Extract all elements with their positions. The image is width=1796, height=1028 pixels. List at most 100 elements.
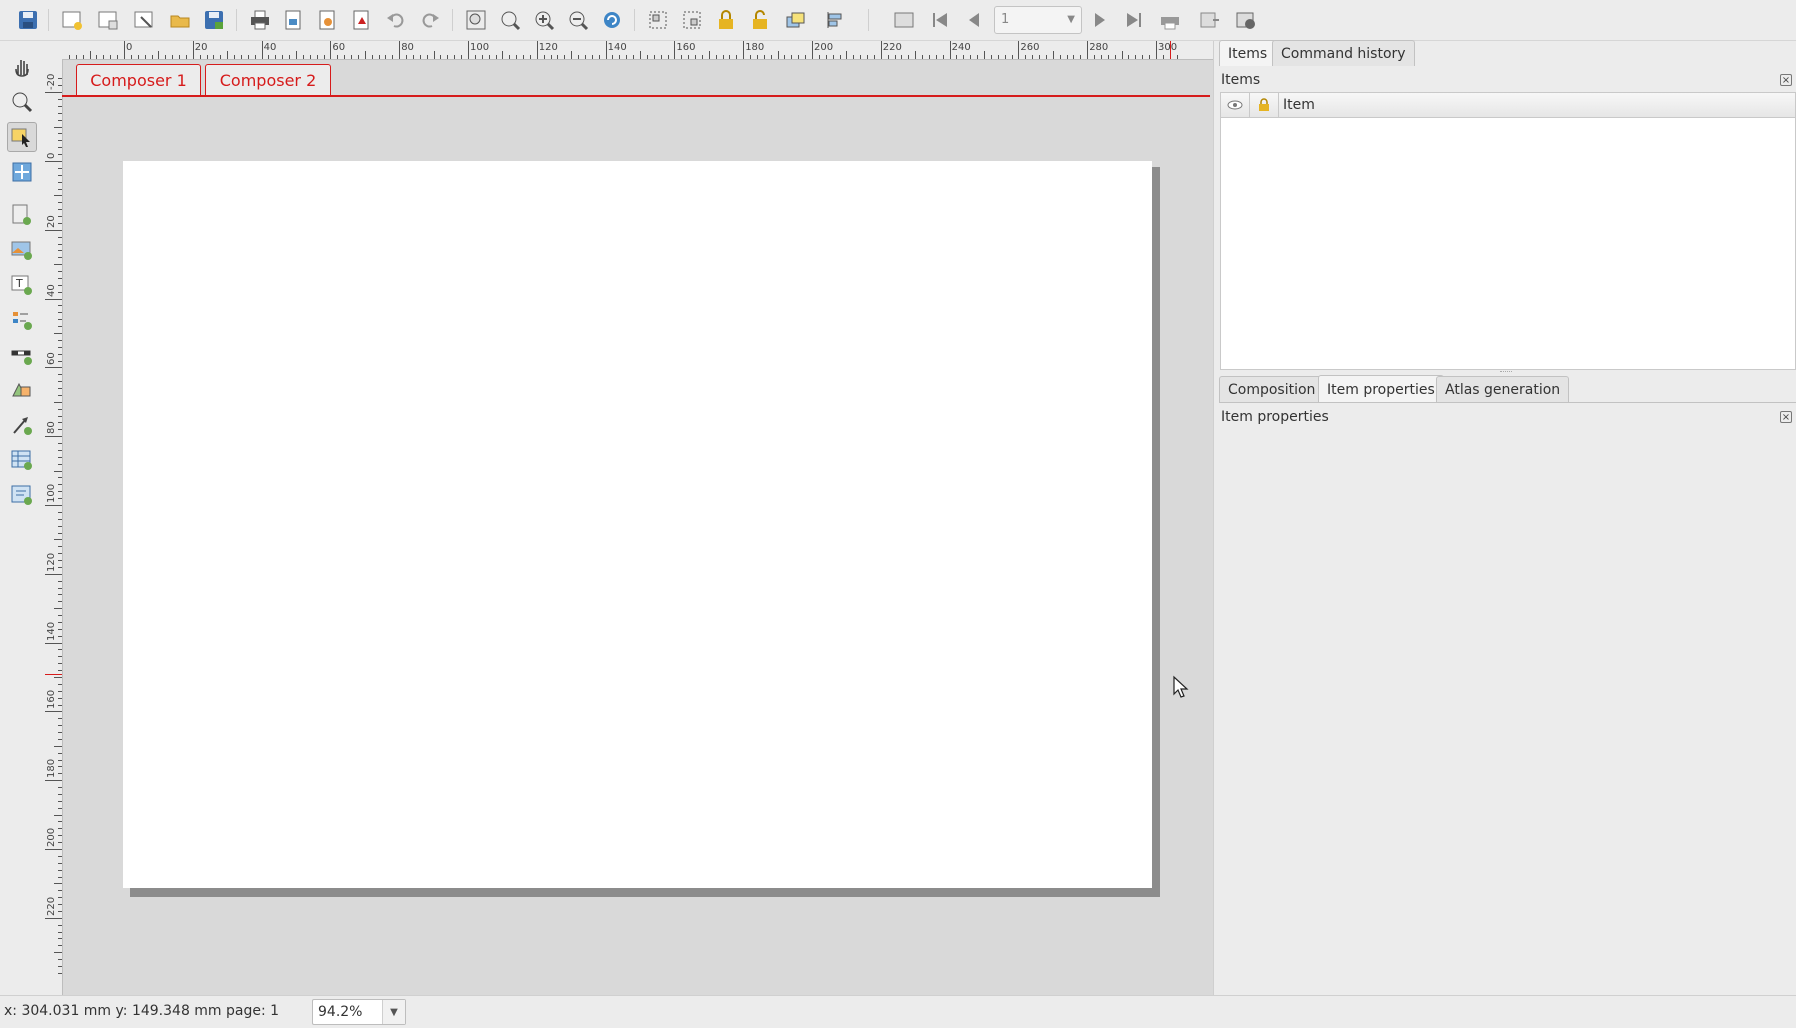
ruler-tick (674, 41, 676, 59)
ruler-tick (58, 862, 62, 864)
last-feature-icon[interactable] (1120, 6, 1148, 34)
visibility-column[interactable] (1221, 93, 1250, 117)
add-image-icon[interactable] (7, 235, 37, 265)
add-label-icon[interactable]: T (7, 270, 37, 300)
tab-composer-2[interactable]: Composer 2 (205, 64, 331, 96)
align-icon[interactable] (822, 6, 850, 34)
ruler-tick (58, 532, 62, 534)
ruler-tick (68, 55, 70, 59)
ruler-tick (880, 41, 882, 59)
ruler-tick (58, 560, 62, 562)
ruler-tick (378, 55, 380, 59)
ruler-tick (1080, 55, 1082, 59)
atlas-page-value: 1 (1001, 12, 1010, 27)
item-column[interactable]: Item (1279, 93, 1795, 117)
new-composer-icon[interactable] (58, 6, 86, 34)
ruler-tick (58, 518, 62, 520)
ruler-label: 280 (1089, 42, 1109, 53)
save-icon[interactable] (14, 6, 42, 34)
close-icon[interactable]: × (1780, 74, 1792, 86)
add-scalebar-icon[interactable] (7, 340, 37, 370)
unlock-icon[interactable] (746, 6, 774, 34)
items-panel-title: Items (1221, 72, 1261, 88)
zoom-select[interactable]: 94.2% ▼ (312, 999, 406, 1025)
ruler-tick (144, 55, 146, 59)
ruler-tick (54, 745, 62, 747)
group-icon[interactable] (644, 6, 672, 34)
move-content-icon[interactable] (7, 157, 37, 187)
tab-composer-1[interactable]: Composer 1 (76, 64, 201, 96)
zoom-actual-icon[interactable] (496, 6, 524, 34)
next-feature-icon[interactable] (1086, 6, 1114, 34)
ruler-tick (58, 759, 62, 761)
zoom-tool-icon[interactable] (7, 87, 37, 117)
add-html-frame-icon[interactable] (7, 480, 37, 510)
composer-page[interactable] (123, 161, 1152, 888)
undo-icon[interactable] (382, 6, 410, 34)
ruler-tick (1073, 55, 1075, 59)
export-atlas-icon[interactable] (1196, 6, 1224, 34)
add-legend-icon[interactable] (7, 305, 37, 335)
item-column-label: Item (1283, 97, 1315, 113)
composer-manager-icon[interactable] (130, 6, 158, 34)
ruler-tick (45, 642, 62, 644)
ruler-tick (557, 55, 559, 59)
open-template-icon[interactable] (166, 6, 194, 34)
tab-items[interactable]: Items (1219, 40, 1277, 66)
refresh-icon[interactable] (598, 6, 626, 34)
export-pdf-icon[interactable] (348, 6, 376, 34)
ruler-tick (584, 55, 586, 59)
add-attribute-table-icon[interactable] (7, 445, 37, 475)
ruler-tick (695, 55, 697, 59)
zoom-full-icon[interactable] (462, 6, 490, 34)
ruler-tick (58, 415, 62, 417)
lock-icon[interactable] (712, 6, 740, 34)
zoom-out-icon[interactable] (564, 6, 592, 34)
ruler-tick (58, 876, 62, 878)
lock-column[interactable] (1250, 93, 1279, 117)
ruler-tick (571, 51, 573, 59)
chevron-down-icon[interactable]: ▼ (382, 1000, 405, 1024)
ruler-tick (653, 55, 655, 59)
add-shape-icon[interactable] (7, 375, 37, 405)
export-image-icon[interactable] (280, 6, 308, 34)
ungroup-icon[interactable] (678, 6, 706, 34)
ruler-tick (227, 51, 229, 59)
ruler-label: 260 (1020, 42, 1040, 53)
save-template-icon[interactable] (200, 6, 228, 34)
svg-text:T: T (15, 277, 23, 290)
atlas-page-select[interactable]: 1 ▼ (994, 6, 1082, 34)
tab-composition[interactable]: Composition (1219, 376, 1325, 402)
ruler-tick (54, 677, 62, 678)
ruler-tick (58, 188, 62, 190)
atlas-settings-icon[interactable] (1232, 6, 1260, 34)
export-svg-icon[interactable] (314, 6, 342, 34)
raise-icon[interactable] (782, 6, 810, 34)
items-tree[interactable] (1220, 92, 1796, 370)
pan-icon[interactable] (7, 52, 37, 82)
splitter-handle[interactable] (1500, 371, 1512, 374)
print-icon[interactable] (246, 6, 274, 34)
redo-icon[interactable] (416, 6, 444, 34)
add-arrow-icon[interactable] (7, 410, 37, 440)
select-move-icon[interactable] (7, 122, 37, 152)
print-atlas-icon[interactable] (1156, 6, 1184, 34)
ruler-tick (275, 55, 277, 59)
zoom-in-icon[interactable] (530, 6, 558, 34)
ruler-label: 300 (1158, 42, 1178, 53)
ruler-tick (96, 55, 98, 59)
duplicate-composer-icon[interactable] (94, 6, 122, 34)
tab-command-history[interactable]: Command history (1272, 40, 1415, 66)
previous-feature-icon[interactable] (960, 6, 988, 34)
ruler-tick (58, 174, 62, 176)
close-icon[interactable]: × (1780, 411, 1792, 423)
ruler-label: 180 (745, 42, 765, 53)
tab-item-properties[interactable]: Item properties (1318, 375, 1444, 403)
tab-atlas-generation[interactable]: Atlas generation (1436, 376, 1570, 402)
add-map-icon[interactable] (7, 200, 37, 230)
ruler-label: 0 (126, 42, 133, 53)
ruler-tick (481, 55, 483, 59)
first-feature-icon[interactable] (926, 6, 954, 34)
atlas-preview-icon[interactable] (890, 6, 918, 34)
ruler-label: 240 (951, 42, 971, 53)
